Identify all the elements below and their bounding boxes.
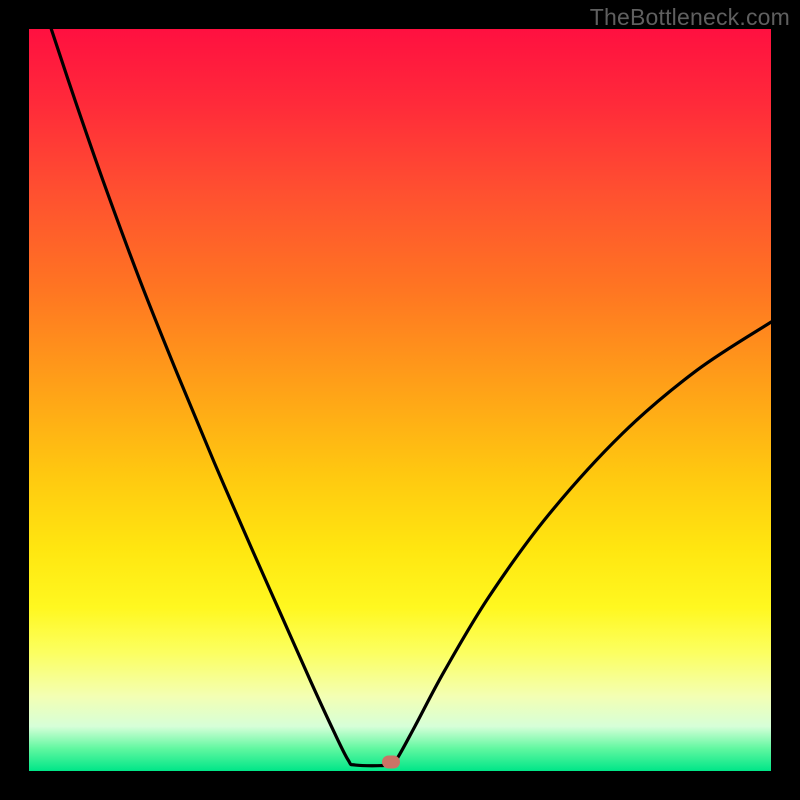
optimum-marker [382, 756, 400, 769]
bottleneck-curve [29, 29, 771, 771]
chart-frame: TheBottleneck.com [0, 0, 800, 800]
watermark-text: TheBottleneck.com [590, 4, 790, 31]
plot-area [29, 29, 771, 771]
